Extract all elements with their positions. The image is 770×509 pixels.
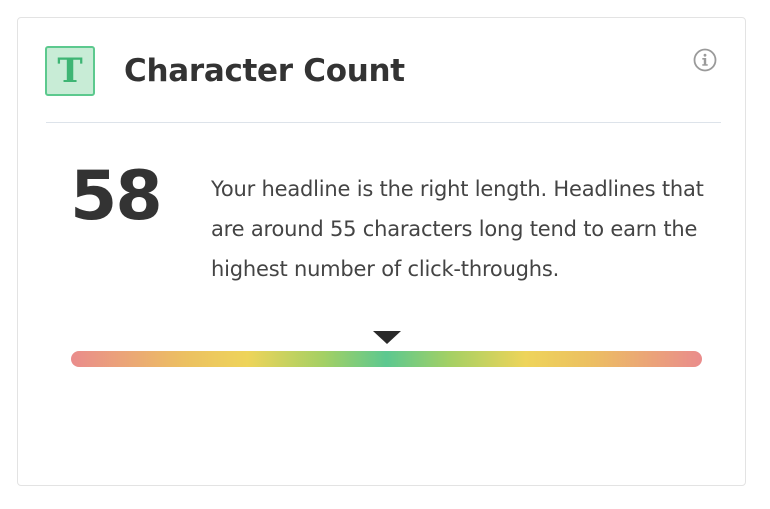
character-count-value: 58 [70, 157, 163, 236]
text-type-icon: T [45, 46, 95, 96]
card-title: Character Count [124, 53, 405, 89]
card-header: T Character Count [18, 18, 745, 123]
result-message: Your headline is the right length. Headl… [211, 177, 704, 281]
info-icon[interactable] [693, 48, 717, 72]
header-divider [46, 122, 721, 123]
meter-marker-icon [372, 331, 401, 344]
length-meter-bar [71, 351, 702, 367]
character-count-card: T Character Count 58 Your headline is th… [17, 17, 746, 486]
